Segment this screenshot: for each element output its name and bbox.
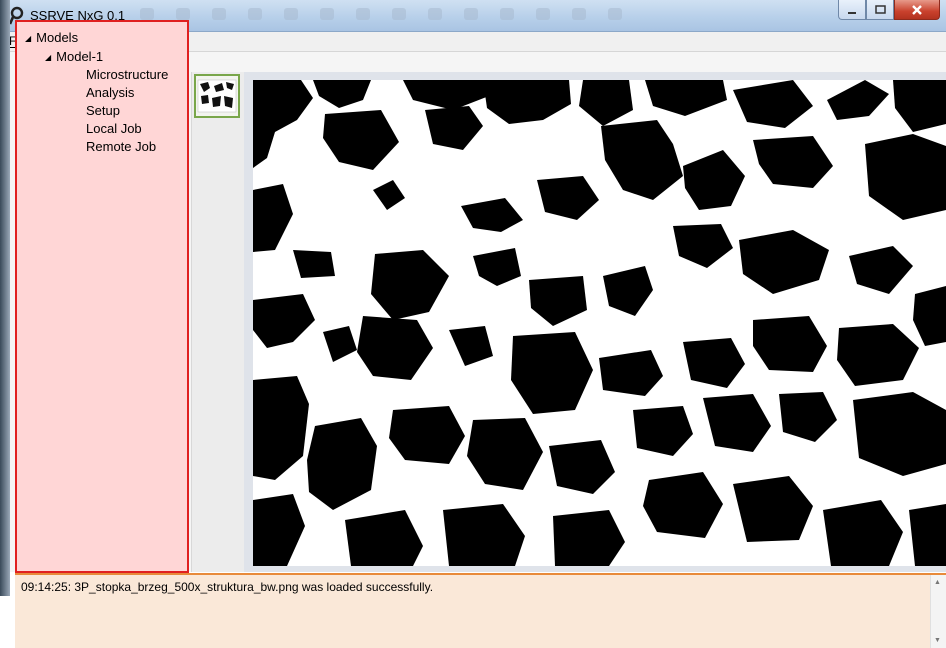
tree-item-microstructure[interactable]: Microstructure xyxy=(86,67,168,82)
toolbar-icon xyxy=(608,8,622,20)
expand-arrow-icon[interactable]: ◢ xyxy=(45,53,51,62)
toolbar-icon xyxy=(464,8,478,20)
microstructure-thumbnail-image xyxy=(197,79,237,113)
window-controls xyxy=(838,0,940,22)
tree-node-label: Models xyxy=(36,30,79,45)
toolbar-icon xyxy=(356,8,370,20)
model-tree[interactable]: ◢ Models ◢ Model-1 Microstructure Analysis… xyxy=(15,20,189,573)
log-message: 09:14:25: 3P_stopka_brzeg_500x_struktura… xyxy=(21,580,434,594)
expand-arrow-icon[interactable]: ◢ xyxy=(25,34,31,43)
microstructure-image[interactable] xyxy=(253,80,946,566)
minimize-icon xyxy=(848,11,856,14)
toolbar-icon xyxy=(320,8,334,20)
tree-item-remote-job[interactable]: Remote Job xyxy=(86,139,156,154)
tree-node-models[interactable]: ◢ Models xyxy=(25,30,78,45)
toolbar-icon xyxy=(176,8,190,20)
tree-node-model-1[interactable]: ◢ Model-1 xyxy=(45,49,103,64)
close-icon xyxy=(912,4,922,15)
microstructure-image-graphic xyxy=(253,80,946,566)
window-edge xyxy=(0,0,10,596)
toolbar-icon xyxy=(572,8,586,20)
toolbar-icon xyxy=(536,8,550,20)
maximize-icon xyxy=(874,5,886,14)
tree-item-local-job[interactable]: Local Job xyxy=(86,121,142,136)
toolbar-icon xyxy=(500,8,514,20)
quick-access-toolbar xyxy=(140,8,680,24)
toolbar-icon xyxy=(284,8,298,20)
scroll-down-icon[interactable]: ▼ xyxy=(934,637,941,644)
log-panel[interactable]: 09:14:25: 3P_stopka_brzeg_500x_struktura… xyxy=(15,573,946,648)
tree-node-label: Model-1 xyxy=(56,49,104,64)
tree-item-analysis[interactable]: Analysis xyxy=(86,85,134,100)
maximize-button[interactable] xyxy=(866,0,894,20)
thumbnail-panel xyxy=(191,72,244,572)
toolbar-icon xyxy=(212,8,226,20)
log-scrollbar[interactable]: ▲ ▼ xyxy=(930,575,946,648)
toolbar-icon xyxy=(428,8,442,20)
toolbar-icon xyxy=(392,8,406,20)
minimize-button[interactable] xyxy=(838,0,866,20)
tree-item-setup[interactable]: Setup xyxy=(86,103,120,118)
toolbar-icon xyxy=(140,8,154,20)
toolbar-icon xyxy=(248,8,262,20)
microstructure-thumbnail[interactable] xyxy=(194,74,240,118)
close-button[interactable] xyxy=(894,0,940,20)
scroll-up-icon[interactable]: ▲ xyxy=(934,579,941,586)
